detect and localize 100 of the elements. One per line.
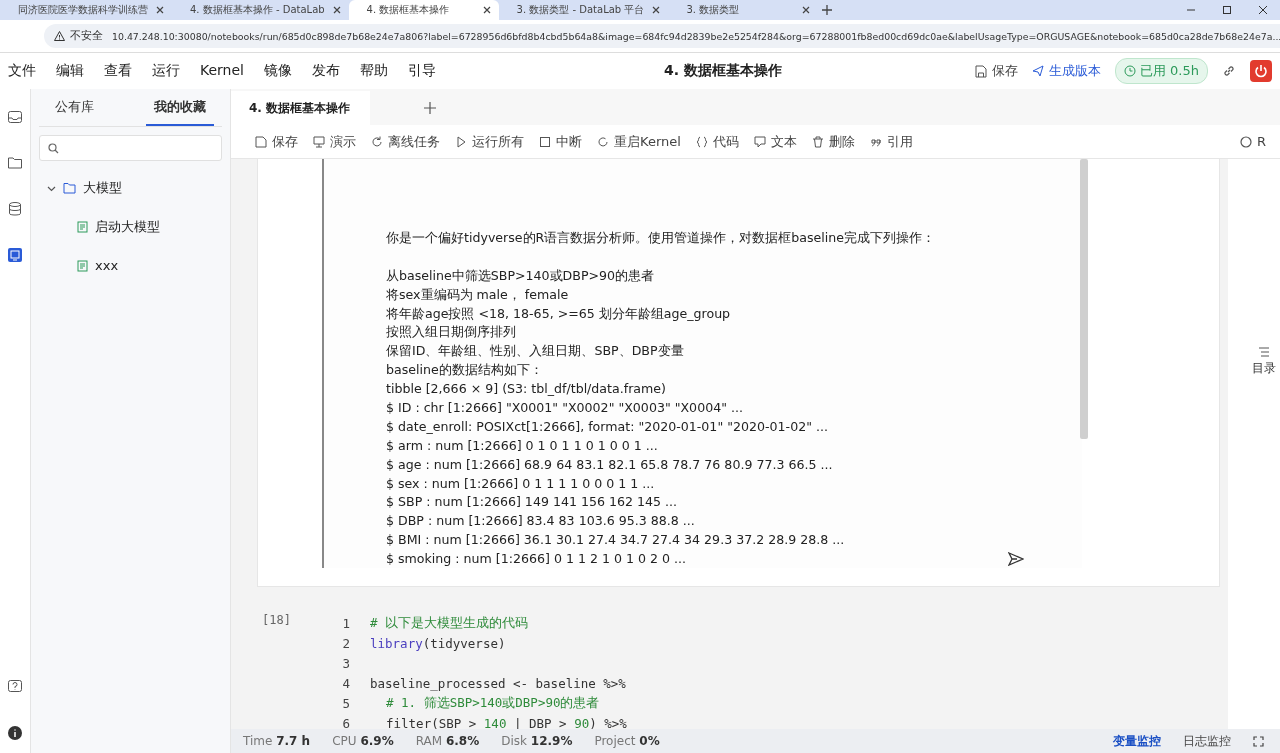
toolbar-button[interactable]: 运行所有	[455, 132, 524, 151]
sidebar-tab[interactable]: 我的收藏	[146, 89, 214, 126]
comment-icon	[753, 135, 766, 148]
toolbar-button[interactable]: 演示	[313, 132, 356, 151]
play-icon	[455, 135, 467, 148]
close-icon[interactable]	[332, 6, 341, 14]
prompt-line: 从baseline中筛选SBP>140或DBP>90的患者	[386, 267, 655, 283]
prompt-line: 将年龄age按照 <18, 18-65, >=65 划分年龄组age_group	[386, 305, 731, 321]
prompt-line: $ ID : chr [1:2666] "X0001" "X0002" "X0003" "X0004" ...	[386, 400, 743, 415]
info-icon[interactable]	[7, 725, 23, 741]
refresh-icon	[371, 135, 383, 148]
notebook-tab[interactable]: 4. 数据框基本操作	[231, 91, 371, 125]
code-line: baseline_processed <- baseline %>%	[370, 675, 626, 691]
status-metric: Time 7.7 h	[243, 734, 311, 748]
status-metric: Disk 12.9%	[501, 734, 573, 748]
notebook-icon	[77, 259, 88, 272]
browser-tab[interactable]: 3. 数据类型 - DataLab 平台	[498, 0, 669, 20]
prompt-line: $ sex : num [1:2666] 0 1 1 1 1 0 0 0 1 1 ...	[386, 475, 655, 491]
status-metric: CPU 6.9%	[332, 734, 394, 748]
database-icon[interactable]	[7, 201, 23, 217]
toolbar-button[interactable]: 代码	[695, 132, 739, 151]
address-bar[interactable]	[44, 24, 1280, 48]
toolbar-button[interactable]: 引用	[869, 132, 913, 151]
toolbar-button[interactable]: 删除	[811, 132, 855, 151]
prompt-line: 按照入组日期倒序排列	[386, 324, 516, 340]
circle-icon	[1239, 135, 1252, 148]
notebook-icon	[77, 220, 88, 233]
prompt-line: tibble [2,666 × 9] (S3: tbl_df/tbl/data.frame)	[386, 381, 666, 397]
link-icon[interactable]	[1222, 64, 1236, 78]
inbox-icon[interactable]	[7, 109, 23, 125]
menu-item[interactable]: 编辑	[56, 62, 84, 80]
outline-button[interactable]: 目录	[1248, 347, 1280, 377]
security-label: 不安全	[70, 29, 103, 43]
save-button[interactable]: 保存	[974, 62, 1018, 80]
folder-icon[interactable]	[7, 155, 23, 171]
close-icon[interactable]	[482, 6, 491, 14]
browser-tab[interactable]: 4. 数据框基本操作	[348, 0, 499, 20]
menu-item[interactable]: 运行	[152, 62, 180, 80]
browser-tab[interactable]: 同济医院医学数据科学训练营	[0, 0, 172, 20]
menu-item[interactable]: 文件	[8, 62, 36, 80]
prompt-line: $ arm : num [1:2666] 0 1 0 1 1 0 1 0 0 1 ...	[386, 437, 658, 453]
toolbar-button[interactable]: 离线任务	[371, 132, 440, 151]
menu-item[interactable]: 引导	[408, 62, 436, 80]
toolbar-button[interactable]: 文本	[753, 132, 797, 151]
add-tab-icon[interactable]	[822, 5, 833, 15]
maximize-icon[interactable]	[1222, 5, 1232, 15]
tree-item[interactable]: xxx	[39, 246, 222, 285]
menu-item[interactable]: 查看	[104, 62, 132, 80]
search-field[interactable]	[39, 135, 222, 161]
power-icon[interactable]	[1250, 60, 1272, 82]
menu-item[interactable]: Kernel	[200, 62, 244, 80]
toolbar-button[interactable]: 重启Kernel	[597, 132, 681, 151]
prompt-line: $ DBP : num [1:2666] 83.4 83 103.6 95.3 88.8 ...	[386, 513, 695, 529]
line-number: 5	[341, 695, 350, 711]
close-icon[interactable]	[156, 6, 164, 14]
line-number: 4	[341, 675, 350, 691]
toolbar-button[interactable]: 保存	[255, 132, 298, 151]
sidebar-tab[interactable]: 公有库	[47, 89, 102, 126]
line-number: 3	[341, 655, 350, 671]
prompt-line: $ BMI : num [1:2666] 36.1 30.1 27.4 34.7 27.4 34 29.3 37.2 28.9 28.8 ...	[386, 532, 845, 548]
status-metric: RAM 6.8%	[415, 734, 480, 748]
add-tab-icon[interactable]	[424, 102, 437, 114]
tree-item[interactable]: 启动大模型	[39, 207, 222, 246]
warning-icon	[54, 31, 65, 41]
line-number: 6	[341, 715, 350, 731]
menu-item[interactable]: 帮助	[360, 62, 388, 80]
line-number: 1	[341, 615, 350, 631]
code-line: # 1. 筛选SBP>140或DBP>90的患者	[385, 694, 600, 712]
line-number: 2	[341, 635, 350, 651]
scrollbar-thumb[interactable]	[1080, 159, 1088, 439]
monitor-tab[interactable]: 日志监控	[1183, 732, 1231, 750]
publish-button[interactable]: 生成版本	[1031, 62, 1101, 80]
braces-icon	[695, 135, 708, 148]
close-icon[interactable]	[802, 6, 811, 14]
model-icon[interactable]	[7, 247, 23, 263]
prompt-line: $ age : num [1:2666] 68.9 64 83.1 82.1 65.8 78.7 76 80.9 77.3 66.5 ...	[386, 456, 833, 472]
prompt-line: 保留ID、年龄组、性别、入组日期、SBP、DBP变量	[386, 343, 684, 359]
fullscreen-icon[interactable]	[1253, 735, 1264, 747]
restart-icon	[597, 135, 609, 148]
execution-count: [18]	[261, 613, 292, 629]
notebook-title: 4. 数据框基本操作	[664, 62, 782, 80]
url-text: 10.47.248.10:30080/notebooks/run/685d0c898de7b68e24e7a806?label=6728956d6bfd8b4cbd5b64a8&image=684fc94d2839be2e5254f284&org=67288001fb8ed00cd69dc0ae&labelUsageType=ORGUSAGE&notebook=685d0ca28de7b68e24e7a...	[112, 30, 1280, 42]
browser-tab[interactable]: 4. 数据框基本操作 - DataLab	[172, 0, 349, 20]
prompt-line: $ SBP : num [1:2666] 149 141 156 162 145 ...	[386, 494, 678, 510]
browser-tab[interactable]: 3. 数据类型	[668, 0, 819, 20]
save-icon	[255, 135, 267, 148]
prompt-line: 你是一个偏好tidyverse的R语言数据分析师。使用管道操作，对数据框baseline完成下列操作：	[386, 230, 936, 245]
monitor-icon	[313, 135, 325, 148]
toolbar-button[interactable]: 中断	[539, 132, 582, 151]
menu-item[interactable]: 发布	[312, 62, 340, 80]
status-metric: Project 0%	[594, 734, 660, 748]
help-icon[interactable]	[7, 679, 23, 695]
send-icon[interactable]	[1008, 552, 1024, 566]
monitor-tab[interactable]: 变量监控	[1113, 732, 1161, 750]
close-icon[interactable]	[1258, 5, 1268, 15]
tree-folder[interactable]: 大模型	[39, 169, 222, 207]
menu-item[interactable]: 镜像	[264, 62, 292, 80]
close-icon[interactable]	[652, 6, 661, 14]
list-icon	[1258, 347, 1270, 357]
save-icon	[974, 64, 987, 78]
